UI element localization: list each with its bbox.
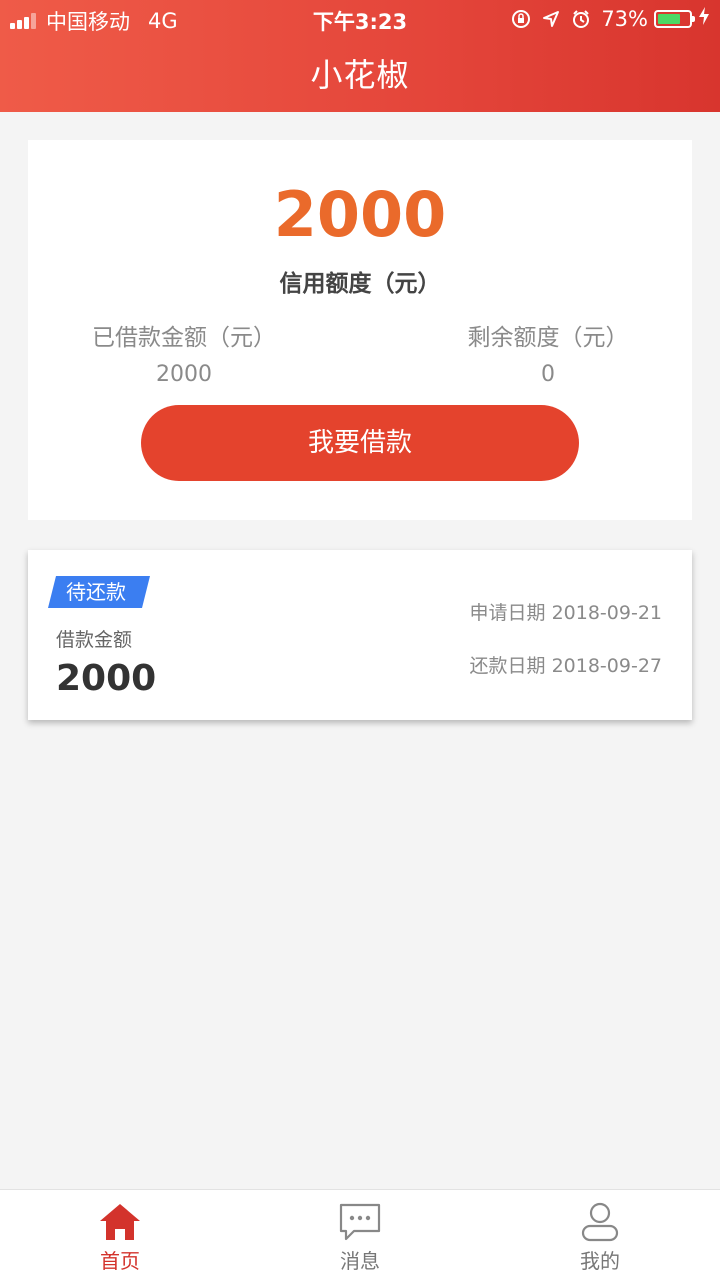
nav-item-profile[interactable]: 我的	[480, 1190, 720, 1280]
nav-label-messages: 消息	[340, 1249, 380, 1273]
nav-item-home[interactable]: 首页	[0, 1190, 240, 1280]
apply-date-label: 申请日期	[469, 602, 546, 624]
status-bar: 中国移动 4G 下午3:23 73%	[0, 0, 720, 38]
nav-item-messages[interactable]: 消息	[240, 1190, 480, 1280]
repay-date-row: 还款日期 2018-09-27	[470, 651, 662, 678]
status-badge-label: 待还款	[66, 580, 126, 604]
apply-date-row: 申请日期 2018-09-21	[470, 598, 662, 625]
battery-icon	[654, 9, 695, 28]
home-icon	[98, 1202, 142, 1242]
status-badge: 待还款	[48, 576, 150, 608]
charging-icon	[698, 6, 710, 31]
credit-label: 信用额度（元）	[279, 271, 441, 297]
apply-date: 2018-09-21	[551, 602, 662, 624]
nav-label-home: 首页	[100, 1249, 140, 1273]
page-title: 小花椒	[310, 56, 410, 94]
borrow-button[interactable]: 我要借款	[141, 405, 579, 481]
location-icon	[541, 9, 561, 29]
borrowed-label: 已借款金额（元）	[92, 325, 276, 351]
borrowed-value: 2000	[156, 362, 212, 387]
status-right: 73%	[511, 6, 710, 31]
remaining-value: 0	[541, 362, 555, 387]
loan-amount-label: 借款金额	[56, 629, 133, 651]
battery-percent: 73%	[601, 6, 648, 31]
battery-fill	[658, 13, 680, 24]
repay-date: 2018-09-27	[551, 655, 662, 677]
credit-amount: 2000	[273, 178, 447, 251]
user-icon	[578, 1202, 622, 1242]
credit-card: 2000 信用额度（元） 已借款金额（元） 2000 剩余额度（元） 0 我要借…	[28, 140, 692, 520]
repay-date-label: 还款日期	[469, 655, 546, 677]
remaining-stat: 剩余额度（元） 0	[398, 318, 698, 387]
alarm-icon	[571, 9, 591, 29]
remaining-label: 剩余额度（元）	[467, 325, 629, 351]
loan-card[interactable]: 待还款 借款金额 2000 申请日期 2018-09-21 还款日期 2018-…	[28, 550, 692, 720]
rotation-lock-icon	[511, 9, 531, 29]
nav-label-profile: 我的	[580, 1249, 620, 1273]
loan-amount: 2000	[56, 658, 157, 699]
app-header: 中国移动 4G 下午3:23 73% 小花椒	[0, 0, 720, 112]
message-icon	[338, 1202, 382, 1242]
bottom-nav: 首页 消息 我的	[0, 1189, 720, 1280]
borrowed-stat: 已借款金额（元） 2000	[34, 318, 334, 387]
